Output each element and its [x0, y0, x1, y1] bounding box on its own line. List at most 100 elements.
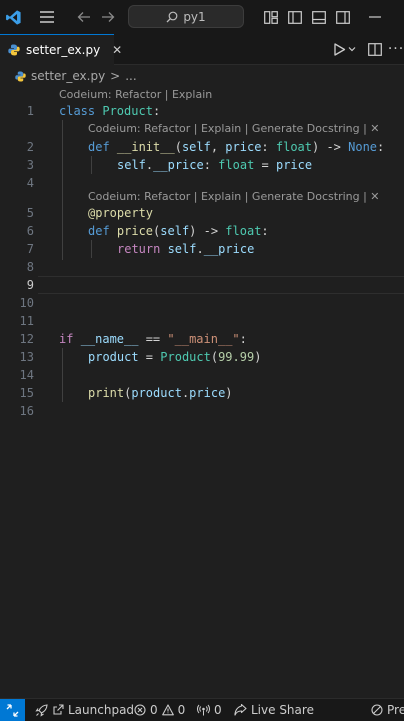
- code-line[interactable]: 7 return self.__price: [0, 240, 404, 258]
- code-line[interactable]: 1 class Product:: [0, 102, 404, 120]
- code-token: ,: [210, 140, 226, 154]
- code-token: "__main__": [167, 332, 240, 346]
- remote-icon: [6, 703, 19, 717]
- code-token: (: [174, 140, 182, 154]
- line-number: 2: [26, 140, 34, 154]
- code-token: Product: [160, 350, 211, 364]
- back-arrow-icon[interactable]: [74, 0, 94, 34]
- breadcrumb: setter_ex.py > ...: [0, 66, 404, 86]
- code-token: ): [254, 350, 262, 364]
- code-token: =: [254, 158, 276, 172]
- line-code: return self.__price: [117, 240, 254, 258]
- run-python-file-button[interactable]: [330, 34, 358, 64]
- code-token: :: [261, 224, 269, 238]
- line-number: 4: [26, 176, 34, 190]
- code-token: __price: [203, 242, 255, 256]
- code-token: price: [275, 158, 313, 172]
- line-number: 13: [19, 350, 34, 364]
- launchpad-label: Launchpad: [68, 703, 135, 717]
- code-line[interactable]: 6 def price(self) -> float:: [0, 222, 404, 240]
- tab-label: setter_ex.py: [26, 43, 101, 57]
- toggle-secondary-sidebar-icon[interactable]: [334, 0, 352, 34]
- code-token: product: [88, 350, 139, 364]
- code-line[interactable]: 8: [0, 258, 404, 276]
- code-token: :: [261, 140, 276, 154]
- code-line[interactable]: 15 print(product.price): [0, 384, 404, 402]
- breadcrumb-separator: >: [110, 69, 121, 83]
- code-token: :: [152, 104, 161, 118]
- warning-icon: [161, 704, 174, 716]
- menu-hamburger-icon[interactable]: [36, 0, 58, 34]
- customize-layout-icon[interactable]: [262, 0, 280, 34]
- launchpad-status[interactable]: Launchpad: [35, 699, 134, 721]
- code-line[interactable]: 4: [0, 174, 404, 192]
- code-line[interactable]: 12 if __name__ == "__main__":: [0, 330, 404, 348]
- line-code: self.__price: float = price: [117, 156, 312, 174]
- ports-status[interactable]: 0: [197, 699, 222, 721]
- code-line[interactable]: 3 self.__price: float = price: [0, 156, 404, 174]
- code-token: def: [88, 140, 117, 154]
- code-token: .: [196, 242, 204, 256]
- status-bar: Launchpad 0 0 0 Live Share Pre: [0, 698, 404, 721]
- line-code: print(product.price): [88, 384, 233, 402]
- editor-tab-bar: setter_ex.py ✕ ···: [0, 34, 404, 65]
- python-file-icon: [15, 70, 26, 82]
- line-code: if __name__ == "__main__":: [59, 330, 247, 348]
- code-line[interactable]: 9: [0, 276, 404, 294]
- code-editor[interactable]: Codeium: Refactor | Explain Codeium: Ref…: [0, 86, 404, 698]
- code-token: 99.99: [218, 350, 255, 364]
- breadcrumb-file[interactable]: setter_ex.py: [31, 69, 105, 83]
- code-token: price: [225, 140, 262, 154]
- split-editor-icon[interactable]: [366, 34, 384, 64]
- code-token: print: [88, 386, 125, 400]
- code-token: self: [117, 158, 146, 172]
- more-actions-icon[interactable]: ···: [388, 34, 404, 64]
- line-number: 5: [26, 206, 34, 220]
- current-line-highlight: [38, 276, 404, 294]
- forward-arrow-icon[interactable]: [98, 0, 118, 34]
- title-bar: py1: [0, 0, 404, 34]
- code-line[interactable]: 13 product = Product(99.99): [0, 348, 404, 366]
- launchpad-share-icon: [52, 704, 64, 716]
- command-center-search[interactable]: py1: [128, 5, 244, 28]
- code-line[interactable]: 16: [0, 402, 404, 420]
- remote-indicator[interactable]: [0, 699, 25, 721]
- ports-count: 0: [214, 703, 222, 717]
- breadcrumb-symbols[interactable]: ...: [125, 69, 136, 83]
- prettier-label: Pre: [387, 703, 404, 717]
- warning-count: 0: [177, 703, 186, 717]
- line-number: 15: [19, 386, 34, 400]
- minimize-window-icon[interactable]: [364, 0, 386, 34]
- problems-status[interactable]: 0 0: [134, 699, 185, 721]
- code-token: float: [275, 140, 312, 154]
- code-token: self: [181, 140, 211, 154]
- code-line[interactable]: 2 def __init__(self, price: float) -> Non…: [0, 138, 404, 156]
- code-token: __init__: [116, 140, 175, 154]
- tab-setter-ex-py[interactable]: setter_ex.py ✕: [0, 34, 122, 65]
- code-line[interactable]: 14: [0, 366, 404, 384]
- live-share-status[interactable]: Live Share: [234, 699, 314, 721]
- rocket-icon: [35, 703, 48, 717]
- line-code: @property: [88, 204, 153, 222]
- code-line[interactable]: 5 @property: [0, 204, 404, 222]
- chevron-down-icon[interactable]: [348, 46, 356, 52]
- line-code: def __init__(self, price: float) -> None…: [88, 138, 384, 156]
- line-number: 10: [19, 296, 34, 310]
- codelens-init[interactable]: Codeium: Refactor | Explain | Generate D…: [88, 120, 380, 138]
- toggle-primary-sidebar-icon[interactable]: [286, 0, 304, 34]
- live-share-icon: [234, 704, 247, 716]
- run-play-icon: [333, 42, 346, 56]
- code-line[interactable]: 10: [0, 294, 404, 312]
- prettier-status[interactable]: Pre: [371, 699, 404, 721]
- python-file-icon: [8, 44, 20, 56]
- line-number: 11: [19, 314, 34, 328]
- toggle-panel-icon[interactable]: [310, 0, 328, 34]
- close-tab-icon[interactable]: ✕: [112, 43, 122, 57]
- line-number: 1: [26, 104, 34, 118]
- code-line[interactable]: 11: [0, 312, 404, 330]
- code-token: ==: [138, 332, 168, 346]
- code-token: ) ->: [312, 140, 349, 154]
- code-token: self: [167, 242, 197, 256]
- code-token: __name__: [80, 332, 139, 346]
- code-token: class: [59, 104, 103, 118]
